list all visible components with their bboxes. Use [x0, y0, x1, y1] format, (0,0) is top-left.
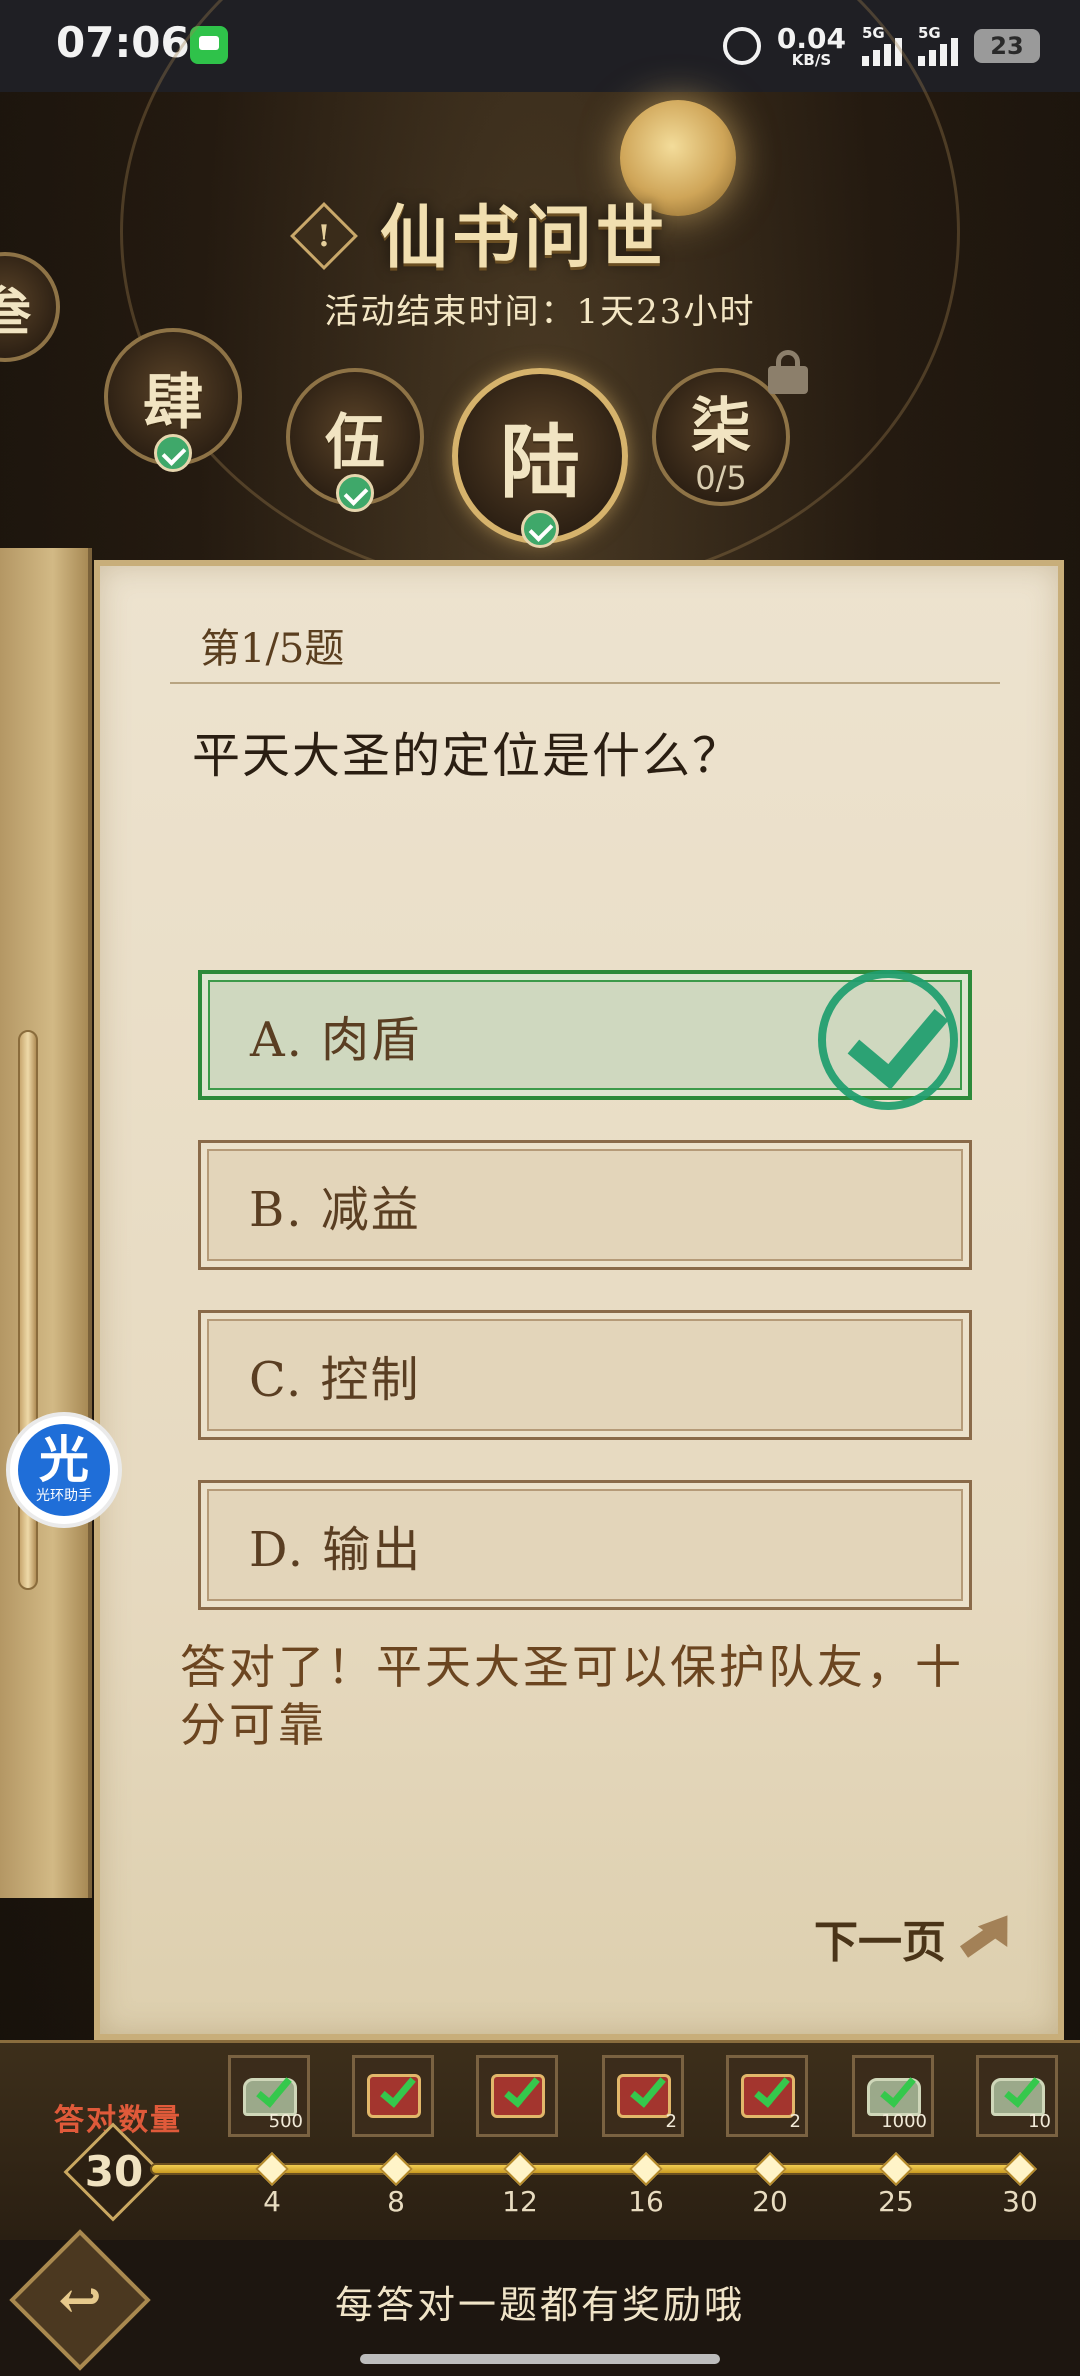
helper-logo-icon: 光 光环助手 [18, 1424, 110, 1516]
reward-progress: 答对数量 30 500 2 2 1000 10 4 8 12 16 20 25 … [0, 2040, 1080, 2240]
milestone-marker [629, 2152, 663, 2186]
option-label: A. 肉盾 [250, 1012, 422, 1068]
milestone-marker [1003, 2152, 1037, 2186]
check-badge-icon [154, 434, 192, 472]
next-page-button[interactable]: 下一页 [814, 1906, 1018, 1970]
option-label: B. 减益 [249, 1182, 421, 1238]
milestone-label: 25 [878, 2185, 914, 2218]
milestone-marker [255, 2152, 289, 2186]
chapter-3[interactable]: 叁 [0, 252, 60, 362]
reward-qty: 2 [789, 2111, 801, 2132]
footer: ↩ 每答对一题都有奖励哦 [0, 2229, 1080, 2376]
milestone-label: 16 [628, 2185, 664, 2218]
reward-jade-500[interactable]: 500 [228, 2055, 310, 2137]
chapter-label: 柒 [691, 391, 751, 462]
floating-helper-button[interactable]: 光 光环助手 [6, 1412, 122, 1528]
reward-qty: 1000 [881, 2111, 927, 2132]
reward-qty: 10 [1028, 2111, 1051, 2132]
home-indicator[interactable] [360, 2354, 720, 2364]
chapter-label: 伍 [325, 407, 385, 478]
milestone-marker [879, 2152, 913, 2186]
chapter-label: 肆 [143, 367, 203, 438]
milestone-label: 20 [752, 2185, 788, 2218]
reward-chest-2[interactable]: 2 [726, 2055, 808, 2137]
chapter-5[interactable]: 伍 [286, 368, 424, 512]
option-a[interactable]: A. 肉盾 [198, 970, 972, 1110]
reward-jade-1000[interactable]: 1000 [852, 2055, 934, 2137]
correct-count: 30 [84, 2147, 144, 2196]
reward-chest[interactable] [476, 2055, 558, 2137]
option-label: D. 输出 [249, 1522, 423, 1578]
question-number: 第1/5题 [200, 626, 345, 672]
event-end-time: 活动结束时间：1天23小时 [324, 292, 756, 332]
footer-hint: 每答对一题都有奖励哦 [334, 2283, 745, 2327]
option-b[interactable]: B. 减益 [198, 1140, 972, 1270]
milestone-label: 8 [387, 2185, 405, 2218]
left-scroll-panel [0, 548, 92, 1898]
milestone-label: 12 [502, 2185, 538, 2218]
next-page-label: 下一页 [814, 1917, 946, 1968]
page-title: 仙书问世 [380, 198, 669, 278]
chapter-4[interactable]: 肆 [104, 328, 242, 472]
milestone-label: 4 [263, 2185, 281, 2218]
correct-check-icon [818, 970, 958, 1110]
exclamation-icon: ! [317, 218, 331, 254]
chapter-label: 陆 [500, 415, 580, 509]
lock-icon [768, 350, 808, 394]
signal-icon-2: 5G [918, 24, 958, 66]
option-label: C. 控制 [249, 1352, 421, 1408]
reward-chest[interactable] [352, 2055, 434, 2137]
answer-feedback: 答对了！平天大圣可以保护队友，十分可靠 [180, 1640, 964, 1752]
milestone-label: 30 [1002, 2185, 1038, 2218]
chapter-label: 叁 [0, 281, 31, 343]
milestone-marker [379, 2152, 413, 2186]
question-text: 平天大圣的定位是什么？ [192, 728, 743, 784]
option-d[interactable]: D. 输出 [198, 1480, 972, 1610]
option-c[interactable]: C. 控制 [198, 1310, 972, 1440]
check-badge-icon [336, 474, 374, 512]
milestone-marker [503, 2152, 537, 2186]
chapter-progress: 0/5 [695, 458, 747, 497]
check-badge-icon [521, 510, 559, 548]
reward-chest-2[interactable]: 2 [602, 2055, 684, 2137]
reward-jade-10[interactable]: 10 [976, 2055, 1058, 2137]
arrow-up-right-icon [958, 1913, 1018, 1963]
event-header: ! 仙书问世 活动结束时间：1天23小时 叁 肆 伍 陆 柒 0/5 [0, 0, 1080, 592]
quiz-scroll: 第1/5题 平天大圣的定位是什么？ A. 肉盾 B. 减益 C. 控制 D. 输… [94, 560, 1064, 2040]
reward-qty: 500 [268, 2111, 303, 2132]
milestone-marker [753, 2152, 787, 2186]
chapter-6-current[interactable]: 陆 [452, 368, 628, 548]
battery-icon: 23 [974, 29, 1040, 63]
reward-qty: 2 [665, 2111, 677, 2132]
divider [170, 682, 1000, 684]
